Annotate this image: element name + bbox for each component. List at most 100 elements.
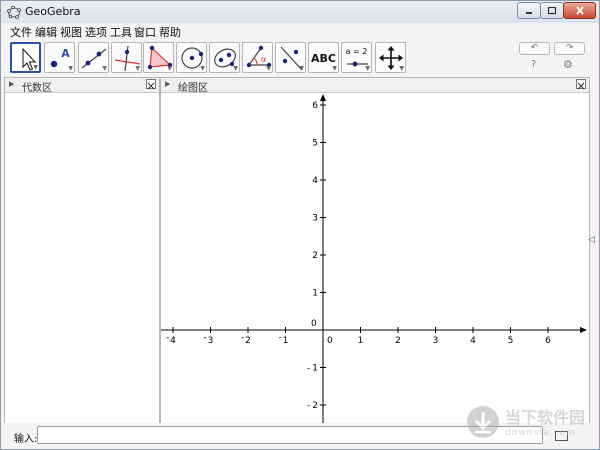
y-tick-label: 2 bbox=[312, 251, 318, 261]
help-icon[interactable]: ? bbox=[531, 59, 536, 70]
close-icon bbox=[575, 6, 584, 15]
y-tick-minus: - bbox=[307, 364, 310, 374]
angle-tool-button[interactable]: α ▼ bbox=[242, 42, 273, 73]
dropdown-triangle-icon: ▼ bbox=[365, 65, 370, 72]
menu-view[interactable]: 视图 bbox=[60, 24, 82, 40]
dropdown-triangle-icon: ▼ bbox=[299, 65, 304, 72]
dropdown-triangle-icon: ▼ bbox=[33, 64, 38, 71]
collapse-triangle-icon[interactable]: ▶ bbox=[9, 80, 14, 88]
graphics-view-panel: ▶ 绘图区 -4-3-2-10123456654321-1-20 bbox=[160, 77, 590, 424]
undo-icon: ↶ bbox=[530, 43, 539, 53]
ellipse-tool-button[interactable]: ▼ bbox=[209, 42, 240, 73]
dropdown-triangle-icon: ▼ bbox=[266, 65, 271, 72]
x-tick-label: 1 bbox=[358, 336, 364, 346]
title-bar: GeoGebra bbox=[1, 1, 599, 23]
dropdown-triangle-icon: ▼ bbox=[102, 65, 107, 72]
y-tick-minus: - bbox=[307, 401, 310, 411]
undo-button[interactable]: ↶ bbox=[519, 42, 550, 55]
toolbar: ▼ A ▼ ▼ ▼ ▼ ▼ ▼ α ▼ ▼ ABC ▼ a = 2 ▼ ▼ ↶ … bbox=[1, 40, 599, 77]
move-graphics-view-tool-button[interactable]: ▼ bbox=[375, 42, 406, 73]
close-view-icon bbox=[577, 82, 585, 90]
y-tick-label: 4 bbox=[312, 176, 318, 186]
minimize-icon bbox=[526, 11, 532, 14]
polygon-tool-button[interactable]: ▼ bbox=[143, 42, 174, 73]
algebra-view-panel: ▶ 代数区 bbox=[4, 77, 160, 424]
x-tick-label: 3 bbox=[208, 336, 214, 346]
y-tick-label: 6 bbox=[312, 101, 318, 111]
move-tool-button[interactable]: ▼ bbox=[10, 42, 41, 73]
dropdown-triangle-icon: ▼ bbox=[332, 65, 337, 72]
menu-help[interactable]: 帮助 bbox=[159, 24, 181, 40]
y-tick-label: 5 bbox=[312, 139, 318, 149]
watermark-subtext: downxia.com bbox=[505, 428, 576, 438]
x-tick-minus: - bbox=[166, 333, 169, 343]
menu-tools[interactable]: 工具 bbox=[110, 24, 132, 40]
minimize-button[interactable] bbox=[517, 2, 541, 19]
x-tick-label: 5 bbox=[508, 336, 514, 346]
watermark: 当下软件园 downxia.com bbox=[463, 400, 593, 444]
perpendicular-line-tool-button[interactable]: ▼ bbox=[111, 42, 142, 73]
dropdown-triangle-icon: ▼ bbox=[233, 65, 238, 72]
graphics-panel-title: 绘图区 bbox=[178, 83, 208, 94]
x-tick-label: 3 bbox=[433, 336, 439, 346]
x-tick-label: 4 bbox=[170, 336, 176, 346]
dropdown-triangle-icon: ▼ bbox=[399, 65, 404, 72]
text-tool-button[interactable]: ABC ▼ bbox=[308, 42, 339, 73]
coordinate-plane[interactable]: -4-3-2-1 0 1 2 3 4 5 6654321- 1- 20 bbox=[161, 93, 589, 423]
slider-tool-button[interactable]: a = 2 ▼ bbox=[341, 42, 372, 73]
x-tick-label: 1 bbox=[283, 336, 289, 346]
close-view-button[interactable] bbox=[146, 79, 156, 90]
x-tick-label: 2 bbox=[245, 336, 251, 346]
angle-alpha-label: α bbox=[260, 55, 267, 64]
y-tick-label: 2 bbox=[312, 401, 318, 411]
y-tick-label: 1 bbox=[312, 289, 318, 299]
menu-bar: 文件 编辑 视图 选项 工具 窗口 帮助 bbox=[1, 23, 599, 40]
close-window-button[interactable] bbox=[563, 2, 596, 19]
redo-button[interactable]: ↷ bbox=[554, 42, 585, 55]
y-axis-arrow-icon bbox=[320, 94, 326, 101]
point-tool-button[interactable]: A ▼ bbox=[44, 42, 75, 73]
x-tick-label: 2 bbox=[395, 336, 401, 346]
maximize-icon bbox=[547, 6, 557, 15]
x-axis-arrow-icon bbox=[580, 327, 587, 333]
input-label: 输入: bbox=[14, 434, 38, 445]
cursor-arrow-icon bbox=[22, 47, 37, 71]
close-view-button[interactable] bbox=[576, 79, 586, 90]
download-logo-icon bbox=[467, 406, 499, 438]
dropdown-triangle-icon: ▼ bbox=[167, 65, 172, 72]
x-tick-minus: - bbox=[204, 333, 207, 343]
maximize-button[interactable] bbox=[540, 2, 564, 19]
y-tick-label: 3 bbox=[312, 214, 318, 224]
dropdown-triangle-icon: ▼ bbox=[135, 65, 140, 72]
line-tool-button[interactable]: ▼ bbox=[78, 42, 109, 73]
x-tick-label: 0 bbox=[327, 336, 333, 346]
redo-icon: ↷ bbox=[565, 43, 574, 53]
algebra-panel-header: ▶ 代数区 bbox=[5, 78, 159, 94]
point-label-a: A bbox=[61, 47, 70, 60]
settings-gear-icon[interactable]: ⚙ bbox=[563, 58, 573, 71]
close-view-icon bbox=[147, 82, 155, 90]
menu-file[interactable]: 文件 bbox=[10, 24, 32, 40]
geogebra-window: GeoGebra 文件 编辑 视图 选项 工具 窗口 帮助 ▼ A ▼ ▼ ▼ … bbox=[0, 0, 600, 450]
expand-sidebar-icon[interactable]: ◁ bbox=[588, 235, 595, 245]
menu-window[interactable]: 窗口 bbox=[134, 24, 156, 40]
x-tick-minus: - bbox=[241, 333, 244, 343]
circle-tool-button[interactable]: ▼ bbox=[176, 42, 207, 73]
x-tick-label: 4 bbox=[470, 336, 476, 346]
window-title: GeoGebra bbox=[25, 5, 81, 18]
dropdown-triangle-icon: ▼ bbox=[200, 65, 205, 72]
algebra-panel-title: 代数区 bbox=[22, 83, 52, 94]
menu-options[interactable]: 选项 bbox=[85, 24, 107, 40]
x-tick-minus: - bbox=[279, 333, 282, 343]
origin-label: 0 bbox=[311, 319, 317, 329]
text-tool-label: ABC bbox=[311, 52, 336, 65]
watermark-title: 当下软件园 bbox=[505, 408, 586, 427]
geogebra-logo-icon bbox=[7, 5, 21, 19]
graphics-panel-header: ▶ 绘图区 bbox=[161, 78, 589, 94]
dropdown-triangle-icon: ▼ bbox=[68, 65, 73, 72]
x-tick-label: 6 bbox=[545, 336, 551, 346]
reflect-tool-button[interactable]: ▼ bbox=[275, 42, 306, 73]
menu-edit[interactable]: 编辑 bbox=[35, 24, 57, 40]
y-tick-label: 1 bbox=[312, 364, 318, 374]
collapse-triangle-icon[interactable]: ▶ bbox=[165, 80, 170, 88]
